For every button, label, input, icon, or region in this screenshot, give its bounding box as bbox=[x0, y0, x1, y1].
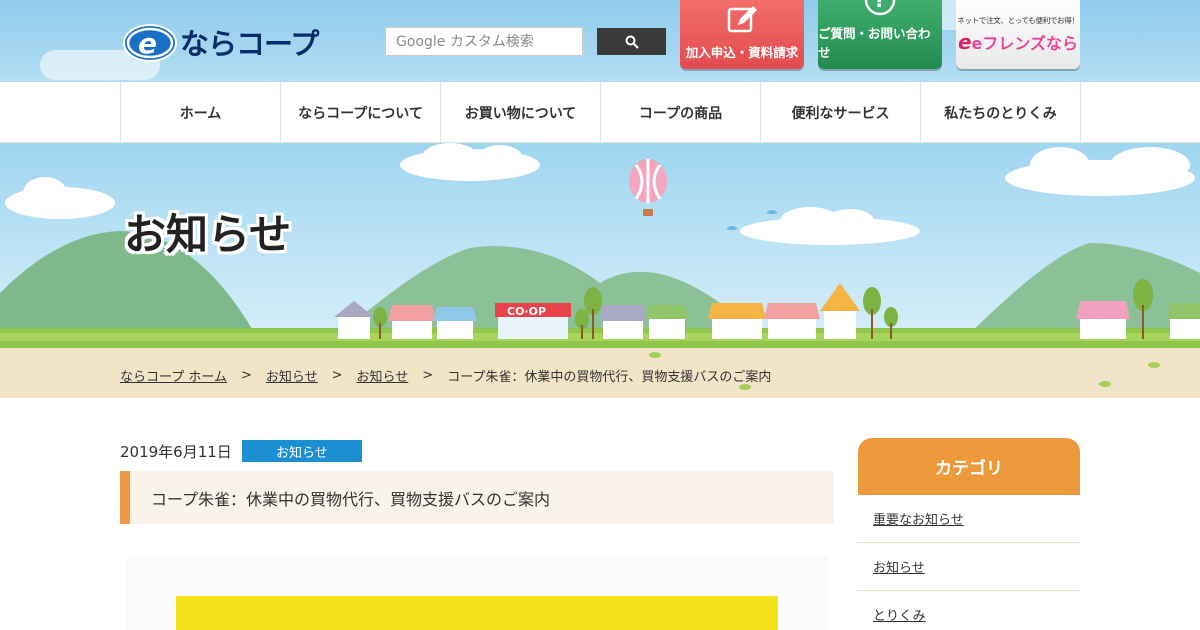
breadcrumb-link-news-category[interactable]: お知らせ bbox=[357, 366, 409, 385]
category-link-initiatives[interactable]: とりくみ bbox=[858, 591, 1080, 630]
balloon-icon bbox=[629, 159, 667, 216]
category-sidebar: カテゴリ 重要なお知らせ お知らせ とりくみ bbox=[858, 438, 1080, 630]
svg-text:?: ? bbox=[874, 0, 886, 12]
nav-item-products[interactable]: コープの商品 bbox=[601, 82, 761, 143]
site-logo[interactable]: e ならコープ bbox=[122, 20, 332, 64]
category-heading: カテゴリ bbox=[858, 438, 1080, 495]
search-button[interactable] bbox=[597, 28, 666, 55]
contact-label: ご質問・お問い合わせ bbox=[818, 26, 931, 60]
breadcrumb-separator: > bbox=[331, 368, 343, 383]
nav-item-about[interactable]: ならコープについて bbox=[281, 82, 441, 143]
breadcrumb-link-home[interactable]: ならコープ ホーム bbox=[120, 366, 227, 385]
search-icon bbox=[625, 35, 639, 49]
svg-text:CO·OP: CO·OP bbox=[507, 305, 546, 318]
breadcrumb: ならコープ ホーム > お知らせ > お知らせ > コープ朱雀：休業中の買物代行… bbox=[120, 366, 771, 385]
category-badge[interactable]: お知らせ bbox=[241, 440, 362, 462]
breadcrumb-link-news[interactable]: お知らせ bbox=[266, 366, 318, 385]
page-title: お知らせ bbox=[124, 210, 292, 259]
site-header: e ならコープ 加入申込・資料請求 ? ご質問・お問い合わせ ネット bbox=[0, 0, 1200, 82]
nav-item-services[interactable]: 便利なサービス bbox=[761, 82, 921, 143]
global-nav: ホーム ならコープについて お買い物について コープの商品 便利なサービス 私た… bbox=[0, 82, 1200, 143]
town-illustration: CO·OP bbox=[0, 143, 1200, 398]
breadcrumb-separator: > bbox=[422, 368, 434, 383]
hero-banner: CO·OP お知らせ ならコープ ホーム > お知らせ > お知らせ > コープ… bbox=[0, 143, 1200, 398]
logo-text: ならコープ bbox=[180, 27, 319, 61]
post-meta: 2019年6月11日 お知らせ bbox=[120, 440, 362, 462]
post-title: コープ朱雀：休業中の買物代行、買物支援バスのご案内 bbox=[120, 471, 834, 524]
svg-text:e: e bbox=[138, 27, 157, 60]
logo-e-icon: e bbox=[122, 22, 178, 62]
nav-item-initiatives[interactable]: 私たちのとりくみ bbox=[921, 82, 1081, 143]
flyer-image bbox=[176, 596, 778, 630]
article: 2019年6月11日 お知らせ コープ朱雀：休業中の買物代行、買物支援バスのご案… bbox=[120, 398, 834, 630]
breadcrumb-separator: > bbox=[240, 368, 252, 383]
category-link-important[interactable]: 重要なお知らせ bbox=[858, 495, 1080, 543]
question-icon: ? bbox=[864, 0, 896, 19]
join-request-label: 加入申込・資料請求 bbox=[685, 45, 799, 60]
nav-item-home[interactable]: ホーム bbox=[121, 82, 281, 143]
category-link-news[interactable]: お知らせ bbox=[858, 543, 1080, 591]
post-date: 2019年6月11日 bbox=[120, 442, 232, 461]
join-request-button[interactable]: 加入申込・資料請求 bbox=[680, 0, 804, 69]
search-input[interactable] bbox=[385, 27, 583, 56]
e-friends-tagline: ネットで注文、とっても便利でお得！ bbox=[957, 16, 1079, 25]
breadcrumb-current: コープ朱雀：休業中の買物代行、買物支援バスのご案内 bbox=[447, 370, 772, 385]
nav-item-shopping[interactable]: お買い物について bbox=[441, 82, 601, 143]
article-image bbox=[126, 556, 828, 630]
edit-icon bbox=[726, 5, 758, 38]
e-friends-logo: eeフレンズなら bbox=[957, 30, 1079, 54]
e-friends-banner[interactable]: ネットで注文、とっても便利でお得！ eeフレンズなら bbox=[956, 0, 1080, 69]
contact-button[interactable]: ? ご質問・お問い合わせ bbox=[818, 0, 942, 69]
